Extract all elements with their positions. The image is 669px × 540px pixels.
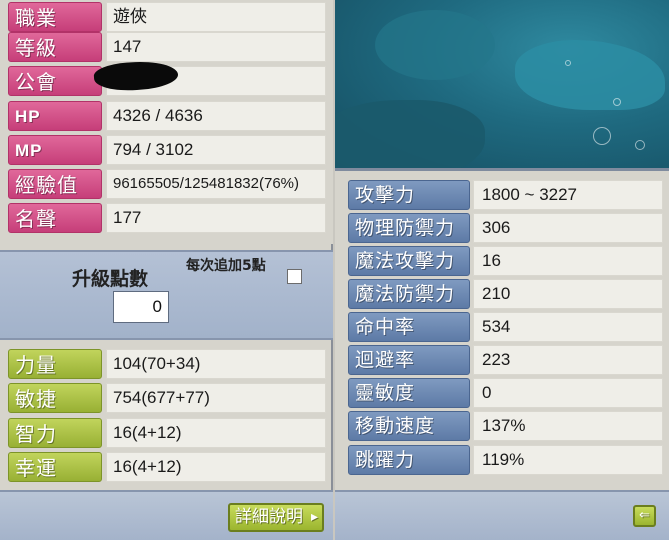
hp-label: HP: [8, 101, 102, 131]
detail-button-label: 詳細說明: [235, 507, 303, 527]
chevron-right-icon: ▸: [310, 509, 318, 525]
game-scene-background: [335, 0, 669, 168]
agility-value: 0: [473, 378, 663, 408]
attack-value: 1800 ~ 3227: [473, 180, 663, 210]
level-label: 等級: [8, 32, 102, 62]
bubble-icon: [565, 60, 571, 66]
magic-def-label: 魔法防禦力: [348, 279, 470, 309]
jump-value: 119%: [473, 445, 663, 475]
jump-label: 跳躍力: [348, 445, 470, 475]
str-label: 力量: [8, 349, 102, 379]
bubble-icon: [635, 140, 645, 150]
guild-label: 公會: [8, 66, 102, 96]
attack-label: 攻擊力: [348, 180, 470, 210]
mp-value: 794 / 3102: [106, 135, 326, 165]
speed-value: 137%: [473, 411, 663, 441]
accuracy-value: 534: [473, 312, 663, 342]
dex-value: 754(677+77): [106, 383, 326, 413]
exp-value: 96165505/125481832(76%): [106, 169, 326, 199]
int-value: 16(4+12): [106, 418, 326, 448]
add-five-points-label: 每次追加5點: [186, 258, 266, 274]
fame-label: 名聲: [8, 203, 102, 233]
detail-button[interactable]: 詳細說明 ▸: [228, 503, 324, 532]
ability-points-value: 0: [113, 291, 169, 323]
mp-label: MP: [8, 135, 102, 165]
scene-rock: [375, 10, 495, 80]
hp-value: 4326 / 4636: [106, 101, 326, 131]
back-button[interactable]: ⇐: [633, 505, 656, 527]
agility-label: 靈敏度: [348, 378, 470, 408]
magic-atk-value: 16: [473, 246, 663, 276]
fame-value: 177: [106, 203, 326, 233]
luk-value: 16(4+12): [106, 452, 326, 482]
add-five-points-checkbox[interactable]: [287, 269, 302, 284]
phys-def-label: 物理防禦力: [348, 213, 470, 243]
scene-rock: [335, 100, 485, 168]
dex-label: 敏捷: [8, 383, 102, 413]
arrow-left-icon: ⇐: [639, 508, 650, 523]
avoid-label: 迴避率: [348, 345, 470, 375]
job-value: 遊俠: [106, 2, 326, 32]
ability-points-label: 升級點數: [72, 268, 149, 290]
scene-rock: [515, 40, 665, 110]
luk-label: 幸運: [8, 452, 102, 482]
level-value: 147: [106, 32, 326, 62]
job-label: 職業: [8, 2, 102, 32]
bubble-icon: [593, 127, 611, 145]
magic-def-value: 210: [473, 279, 663, 309]
exp-label: 經驗值: [8, 169, 102, 199]
avoid-value: 223: [473, 345, 663, 375]
int-label: 智力: [8, 418, 102, 448]
phys-def-value: 306: [473, 213, 663, 243]
speed-label: 移動速度: [348, 411, 470, 441]
bubble-icon: [613, 98, 621, 106]
right-footer-bar: [335, 490, 669, 540]
magic-atk-label: 魔法攻擊力: [348, 246, 470, 276]
str-value: 104(70+34): [106, 349, 326, 379]
accuracy-label: 命中率: [348, 312, 470, 342]
